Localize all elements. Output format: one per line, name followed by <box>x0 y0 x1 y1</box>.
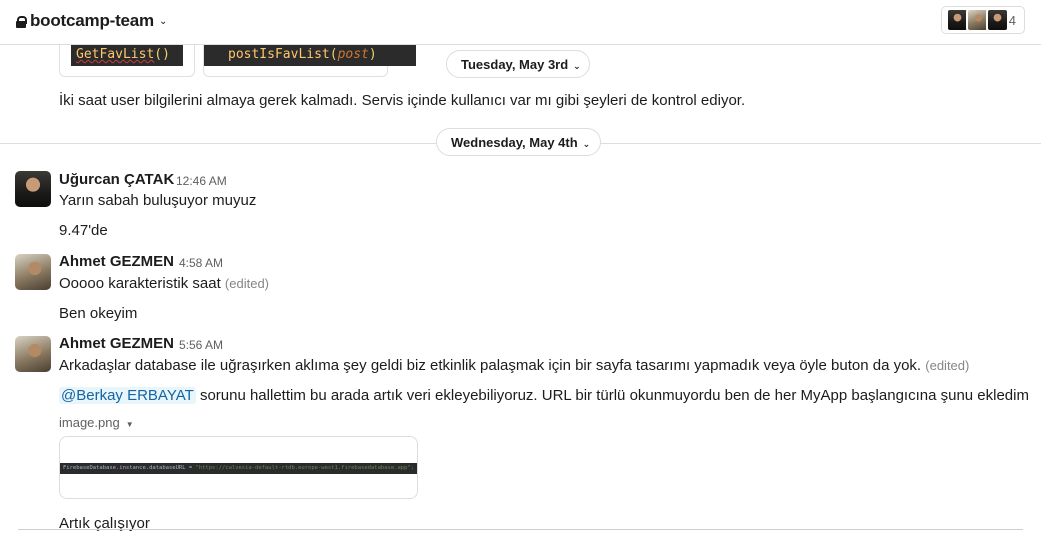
channel-name: bootcamp-team <box>30 11 154 30</box>
avatar[interactable] <box>15 171 51 207</box>
channel-name-button[interactable]: bootcamp-team ⌄ <box>16 11 167 31</box>
file-name-toggle[interactable]: image.png ▼ <box>59 413 134 435</box>
date-divider-wednesday[interactable]: Wednesday, May 4th ⌄ <box>436 128 601 156</box>
image-code-preview: FirebaseDatabase.instance.databaseURL = … <box>60 463 417 474</box>
user-mention[interactable]: @Berkay ERBAYAT <box>59 387 196 404</box>
message-text: Ben okeyim <box>59 305 138 322</box>
message-timestamp[interactable]: 4:58 AM <box>179 253 223 273</box>
avatar[interactable] <box>15 336 51 372</box>
chevron-down-icon: ⌄ <box>582 139 591 149</box>
message-text: Arkadaşlar database ile uğraşırken aklım… <box>59 357 970 374</box>
chevron-down-icon: ⌄ <box>573 61 581 71</box>
channel-header: bootcamp-team ⌄ 4 <box>0 0 1041 45</box>
member-count: 4 <box>1008 12 1016 28</box>
message-text: Yarın sabah buluşuyor muyuz <box>59 192 257 209</box>
chevron-down-icon: ⌄ <box>158 15 168 27</box>
member-avatar <box>985 8 1009 32</box>
message-timestamp[interactable]: 12:46 AM <box>176 171 227 191</box>
message-text: Ooooo karakteristik saat (edited) <box>59 275 269 292</box>
code-snippet-card[interactable]: postIsFavList(post) <box>203 44 416 77</box>
lock-icon <box>16 15 27 28</box>
sender-name[interactable]: Ahmet GEZMEN <box>59 334 174 354</box>
divider <box>18 529 1023 530</box>
message-text: @Berkay ERBAYAT sorunu hallettim bu arad… <box>59 387 1029 404</box>
sender-name[interactable]: Ahmet GEZMEN <box>59 252 174 272</box>
code-snippet: GetFavList() <box>71 44 183 66</box>
caret-down-icon: ▼ <box>125 420 134 429</box>
sender-name[interactable]: Uğurcan ÇATAK <box>59 170 174 190</box>
edited-label: (edited) <box>224 276 269 291</box>
message-text: İki saat user bilgilerini almaya gerek k… <box>59 92 746 109</box>
message-text: 9.47'de <box>59 222 108 239</box>
code-snippet: postIsFavList(post) <box>204 44 416 66</box>
edited-label: (edited) <box>925 358 970 373</box>
message-text: Artık çalışıyor <box>59 515 150 532</box>
image-attachment[interactable]: FirebaseDatabase.instance.databaseURL = … <box>59 436 418 499</box>
members-button[interactable]: 4 <box>941 6 1025 34</box>
code-snippet-card[interactable]: GetFavList() <box>59 44 195 77</box>
date-divider-tuesday[interactable]: Tuesday, May 3rd ⌄ <box>446 50 590 78</box>
message-timestamp[interactable]: 5:56 AM <box>179 335 223 355</box>
avatar[interactable] <box>15 254 51 290</box>
